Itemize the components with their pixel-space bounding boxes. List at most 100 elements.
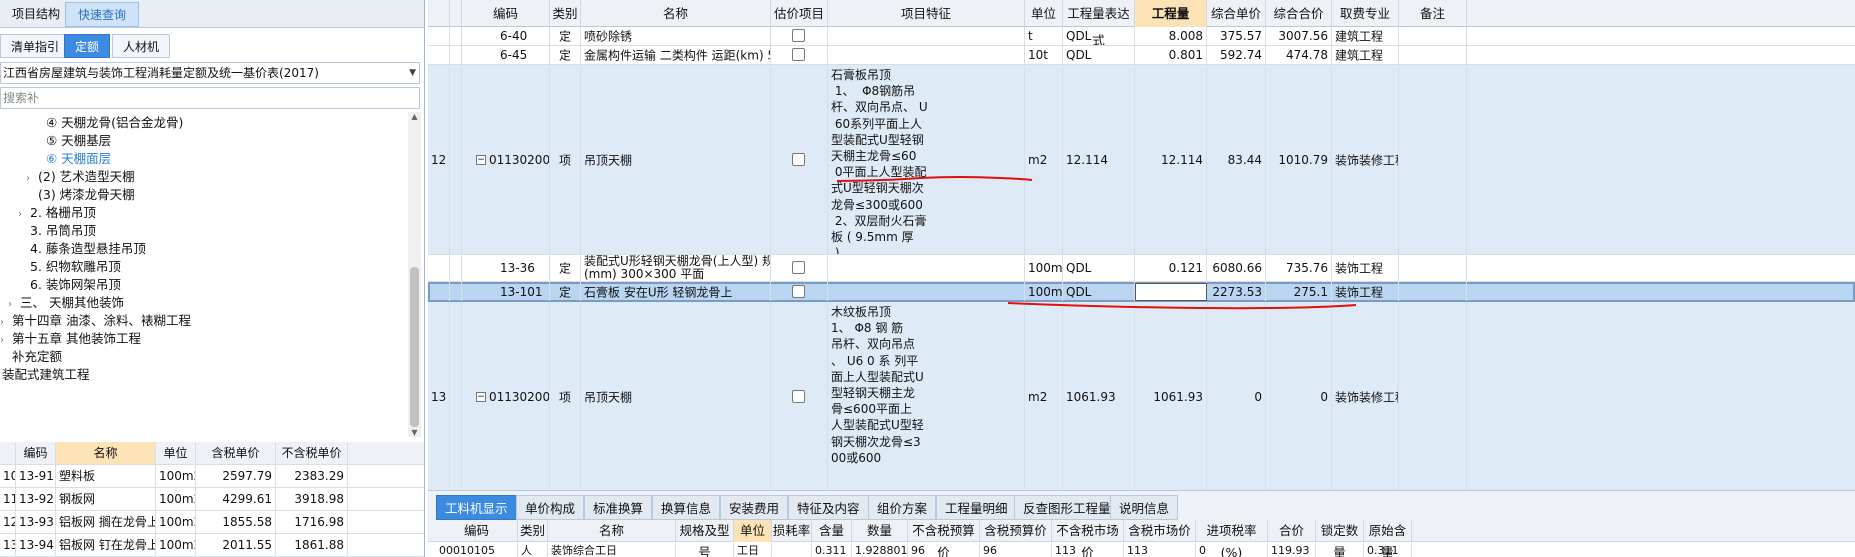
resource-header-3[interactable]: 规格及型号	[676, 520, 734, 557]
quantity[interactable]: 0.801	[1135, 46, 1207, 64]
tab-detail-8[interactable]: 反查图形工程量	[1014, 495, 1120, 520]
scroll-down-icon[interactable]: ▼	[409, 428, 420, 437]
header-name[interactable]: 名称	[56, 442, 156, 464]
tree-scrollbar[interactable]: ▲ ▼	[408, 112, 421, 437]
item-name[interactable]: 吊顶天棚	[581, 65, 771, 254]
scroll-up-icon[interactable]: ▲	[409, 112, 420, 121]
table-row[interactable]: 1013-91塑料板100m22597.792383.29	[0, 465, 424, 488]
header-price-tax[interactable]: 含税单价	[196, 442, 276, 464]
header-fee-type[interactable]: 取费专业	[1332, 0, 1399, 27]
estimate-checkbox[interactable]	[771, 255, 828, 281]
resource-header-13[interactable]: 合价	[1268, 520, 1316, 542]
resource-header-4[interactable]: 单位	[734, 520, 772, 542]
tab-detail-2[interactable]: 标准换算	[584, 495, 653, 520]
header-total-price[interactable]: 综合合价	[1266, 0, 1332, 27]
resource-header-9[interactable]: 含税预算价	[980, 520, 1052, 542]
chevron-right-icon[interactable]: ›	[0, 330, 12, 351]
quota-library-select[interactable]: 江西省房屋建筑与装饰工程消耗量定额及统一基价表(2017) ▼	[0, 62, 420, 84]
item-code[interactable]: 6-45	[462, 46, 550, 64]
resource-header-7[interactable]: 数量	[852, 520, 908, 542]
tab-quick-query[interactable]: 快速查询	[65, 2, 140, 27]
header-price-notax[interactable]: 不含税单价	[276, 442, 348, 464]
item-code[interactable]: −011302001003	[462, 302, 550, 490]
item-name[interactable]: 吊顶天棚	[581, 302, 771, 490]
resource-header-10[interactable]: 不含税市场价	[1052, 520, 1124, 557]
header-type[interactable]: 类别	[550, 0, 581, 27]
header-features[interactable]: 项目特征	[828, 0, 1025, 27]
tab-labor-material-machine[interactable]: 人材机	[112, 34, 171, 58]
tab-detail-9[interactable]: 说明信息	[1110, 495, 1179, 520]
item-code[interactable]: −011302001001	[462, 65, 550, 254]
resource-header-0[interactable]: 编码	[436, 520, 518, 542]
tab-detail-7[interactable]: 工程量明细	[936, 495, 1017, 520]
item-name[interactable]: 石膏板 安在U形 轻钢龙骨上	[581, 282, 771, 301]
estimate-checkbox[interactable]	[771, 46, 828, 64]
table-row[interactable]: 6-40 定喷砂除锈 t QDL 8.008 375.57 3007.56 建筑工程	[428, 27, 1855, 46]
quantity[interactable]: 12.114	[1135, 65, 1207, 254]
item-code[interactable]: 6-40	[462, 27, 550, 45]
tab-quota[interactable]: 定额	[64, 34, 111, 58]
header-remarks[interactable]: 备注	[1399, 0, 1467, 27]
checkbox[interactable]	[792, 152, 805, 166]
resource-header-14[interactable]: 锁定数量	[1316, 520, 1364, 557]
checkbox[interactable]	[792, 29, 805, 42]
header-estimate[interactable]: 估价项目	[771, 0, 828, 27]
header-unit-price[interactable]: 综合单价	[1207, 0, 1266, 27]
header-quantity[interactable]: 工程量	[1135, 0, 1207, 27]
tab-detail-1[interactable]: 单价构成	[516, 495, 585, 520]
tab-detail-6[interactable]: 组价方案	[868, 495, 937, 520]
quantity[interactable]: 8.008	[1135, 27, 1207, 45]
resource-header-6[interactable]: 含量	[812, 520, 852, 542]
table-row[interactable]: 1313-94铝板网 钉在龙骨上100m22011.551861.88	[0, 534, 424, 557]
chevron-right-icon[interactable]: ›	[18, 204, 30, 225]
tree-node[interactable]: 装配式建筑工程	[2, 364, 90, 385]
item-name[interactable]: 喷砂除锈	[581, 27, 771, 45]
checkbox[interactable]	[792, 48, 805, 61]
checkbox[interactable]	[792, 261, 805, 274]
resource-header-15[interactable]: 原始含量	[1364, 520, 1412, 557]
item-name[interactable]: 金属构件运输 二类构件 运距(km) 5	[581, 46, 771, 64]
estimate-checkbox[interactable]	[771, 282, 828, 301]
quantity[interactable]: 1061.93	[1135, 302, 1207, 490]
scrollbar-thumb[interactable]	[410, 267, 419, 427]
header-unit[interactable]: 单位	[156, 442, 196, 464]
table-row[interactable]: 13 −011302001003 项吊顶天棚 木纹板吊顶 1、 Φ8 钢 筋 吊杆、双…	[428, 302, 1855, 490]
chevron-right-icon[interactable]: ›	[26, 168, 38, 189]
item-code[interactable]: 13-101	[462, 282, 550, 301]
chevron-down-icon[interactable]: ▼	[409, 63, 416, 83]
tab-list-guide[interactable]: 清单指引	[0, 34, 71, 58]
estimate-checkbox[interactable]	[771, 65, 828, 254]
quantity[interactable]: 0.121	[1135, 255, 1207, 281]
item-name[interactable]: 装配式U形轻钢天棚龙骨(上人型) 规格 (mm) 300×300 平面	[581, 255, 771, 281]
checkbox[interactable]	[792, 284, 805, 298]
table-row[interactable]: 12 −011302001001 项吊顶天棚 石膏板吊顶 1、 Φ8钢筋吊 杆、双向吊…	[428, 65, 1855, 255]
table-row[interactable]: 13-36 定装配式U形轻钢天棚龙骨(上人型) 规格 (mm) 300×300 平…	[428, 255, 1855, 282]
tab-detail-3[interactable]: 换算信息	[652, 495, 721, 520]
header-code[interactable]: 编码	[16, 442, 56, 464]
collapse-icon[interactable]: −	[476, 155, 486, 165]
search-input[interactable]: 搜索补	[0, 87, 420, 109]
quantity-edit-cell[interactable]	[1135, 283, 1207, 301]
estimate-checkbox[interactable]	[771, 27, 828, 45]
tab-project-structure[interactable]: 项目结构	[0, 2, 72, 27]
table-row[interactable]: 6-45 定金属构件运输 二类构件 运距(km) 5 10t QDL 0.801 592.…	[428, 46, 1855, 65]
header-unit[interactable]: 单位	[1025, 0, 1063, 27]
resource-header-11[interactable]: 含税市场价	[1124, 520, 1196, 542]
resource-header-1[interactable]: 类别	[518, 520, 548, 542]
resource-header-5[interactable]: 损耗率	[772, 520, 812, 542]
tab-detail-4[interactable]: 安装费用	[720, 495, 789, 520]
header-code[interactable]: 编码	[462, 0, 550, 27]
resource-header-8[interactable]: 不含税预算价	[908, 520, 980, 557]
tab-detail-5[interactable]: 特征及内容	[788, 495, 869, 520]
item-code[interactable]: 13-36	[462, 255, 550, 281]
collapse-icon[interactable]: −	[476, 392, 486, 402]
checkbox[interactable]	[792, 389, 805, 403]
tab-detail-0[interactable]: 工料机显示	[436, 495, 517, 520]
resource-header-2[interactable]: 名称	[548, 520, 676, 542]
resource-header-12[interactable]: 进项税率(%)	[1196, 520, 1268, 557]
header-name[interactable]: 名称	[581, 0, 771, 27]
estimate-checkbox[interactable]	[771, 302, 828, 490]
header-expression[interactable]: 工程量表达式	[1063, 0, 1135, 48]
table-row[interactable]: 00010105 人装饰综合工日 工日 0.311 1.928801 96 96 113 113…	[428, 543, 1855, 557]
table-row[interactable]: 1213-93铝板网 搁在龙骨上100m21855.581716.98	[0, 511, 424, 534]
